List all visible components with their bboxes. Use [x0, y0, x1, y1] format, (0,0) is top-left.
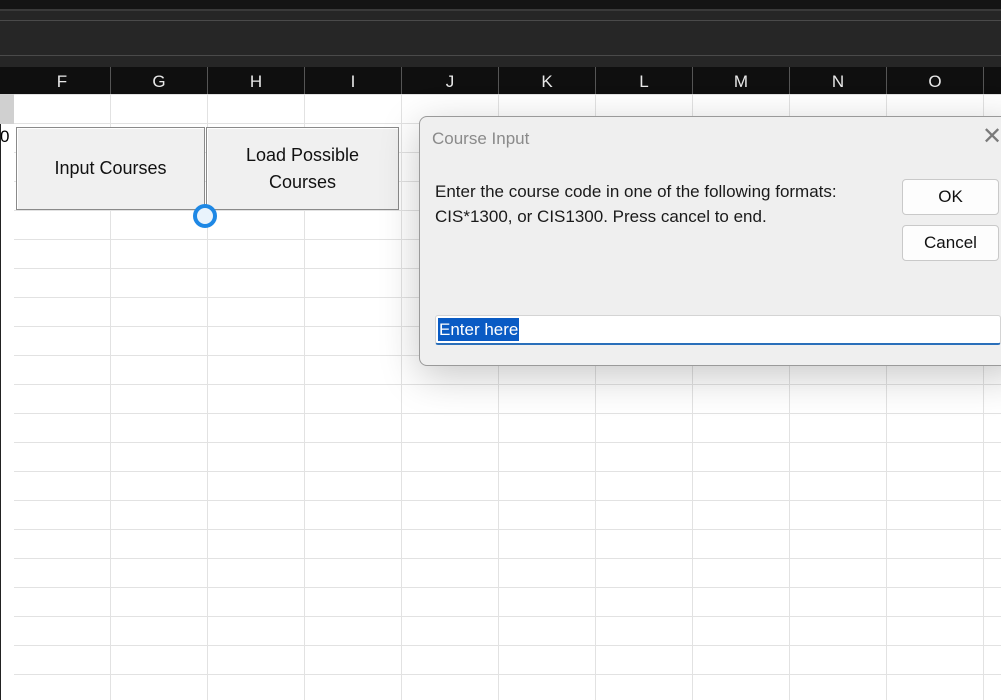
select-all-corner[interactable]	[0, 67, 14, 94]
dialog-message-line-2: CIS*1300, or CIS1300. Press cancel to en…	[435, 207, 767, 226]
dialog-message-line-1: Enter the course code in one of the foll…	[435, 182, 837, 201]
row-header-edge	[0, 67, 14, 700]
column-header-i[interactable]: I	[305, 67, 402, 94]
close-icon[interactable]: ✕	[980, 125, 1001, 149]
column-header-f[interactable]: F	[14, 67, 111, 94]
dialog-message: Enter the course code in one of the foll…	[435, 179, 885, 229]
column-header: F G H I J K L M N O	[0, 67, 1001, 94]
course-code-input[interactable]	[435, 315, 1001, 345]
column-header-j[interactable]: J	[402, 67, 499, 94]
column-header-k[interactable]: K	[499, 67, 596, 94]
cancel-button[interactable]: Cancel	[902, 225, 999, 261]
cell-value-fragment: 0	[0, 127, 10, 146]
column-header-o[interactable]: O	[887, 67, 984, 94]
column-header-n[interactable]: N	[790, 67, 887, 94]
input-courses-button[interactable]: Input Courses	[16, 127, 205, 210]
dialog-title: Course Input	[432, 129, 530, 148]
title-bar	[0, 0, 1001, 9]
loading-ring-icon	[193, 204, 217, 228]
column-header-l[interactable]: L	[596, 67, 693, 94]
course-input-dialog: Course Input ✕ Enter the course code in …	[419, 116, 1001, 366]
column-header-g[interactable]: G	[111, 67, 208, 94]
course-code-input-selected-text: Enter here	[438, 318, 520, 341]
row-header-border	[0, 124, 1, 700]
ok-button[interactable]: OK	[902, 179, 999, 215]
selected-row-marker	[0, 94, 14, 124]
load-possible-courses-button[interactable]: Load Possible Courses	[206, 127, 399, 210]
ribbon-divider	[0, 20, 1001, 21]
column-header-m[interactable]: M	[693, 67, 790, 94]
column-header-h[interactable]: H	[208, 67, 305, 94]
formula-bar-divider	[0, 55, 1001, 56]
